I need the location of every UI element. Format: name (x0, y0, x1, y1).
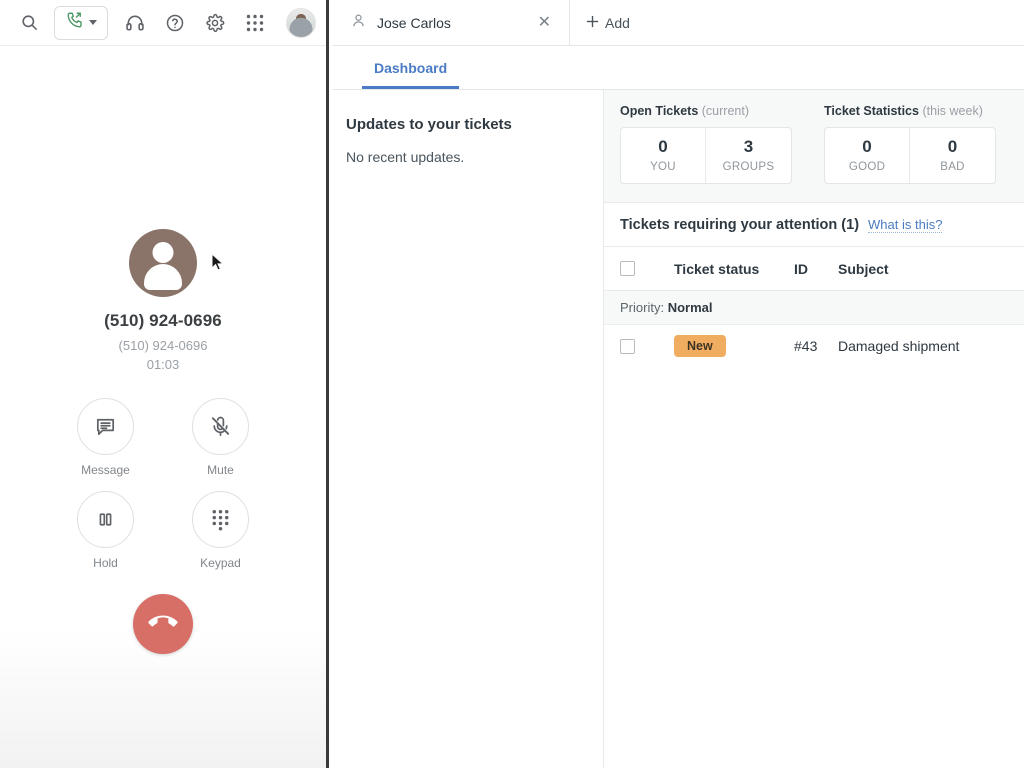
stat-subtitle: (current) (702, 104, 749, 118)
column-header-subject[interactable]: Subject (838, 261, 1008, 277)
phone-mode-dropdown[interactable] (54, 6, 108, 40)
stat-title: Ticket Statistics (824, 104, 919, 118)
dashboard-subtabs: Dashboard (332, 46, 1024, 90)
stat-cell[interactable]: 3 GROUPS (706, 128, 791, 183)
attention-title: Tickets requiring your attention (1) (620, 217, 859, 233)
attention-bar: Tickets requiring your attention (1) Wha… (604, 203, 1024, 247)
user-icon (350, 12, 367, 34)
what-is-this-link[interactable]: What is this? (868, 217, 942, 233)
stat-group-open-tickets: Open Tickets (current) 0 YOU 3 GROUPS (620, 104, 792, 184)
stats-strip: Open Tickets (current) 0 YOU 3 GROUPS (604, 90, 1024, 203)
table-row[interactable]: New #43 Damaged shipment (604, 325, 1024, 367)
stat-value: 0 (910, 137, 995, 157)
message-button[interactable]: Message (48, 398, 163, 477)
row-select-cell (620, 339, 674, 354)
mute-button[interactable]: Mute (163, 398, 278, 477)
column-header-id[interactable]: ID (794, 261, 838, 277)
call-controls: Message Mute (48, 398, 278, 570)
phone-outgoing-icon (66, 11, 84, 34)
dashboard-content: Updates to your tickets No recent update… (332, 90, 1024, 768)
app-tabbar: Jose Carlos ✕ Add (332, 0, 1024, 46)
call-sub-number: (510) 924-0696 (119, 338, 208, 353)
gear-icon[interactable] (196, 6, 234, 40)
stat-group-title: Open Tickets (current) (620, 104, 792, 118)
active-call-area: (510) 924-0696 (510) 924-0696 01:03 Mess… (0, 46, 326, 654)
priority-value: Normal (668, 300, 713, 315)
row-status-cell: New (674, 335, 794, 357)
message-icon (77, 398, 134, 455)
updates-empty-text: No recent updates. (346, 149, 581, 165)
headset-icon[interactable] (116, 6, 154, 40)
close-icon[interactable]: ✕ (534, 13, 555, 33)
stat-boxes: 0 YOU 3 GROUPS (620, 127, 792, 184)
stat-subtitle: (this week) (922, 104, 982, 118)
tickets-table: Ticket status ID Subject Priority: Norma… (604, 247, 1024, 367)
stat-group-ticket-statistics: Ticket Statistics (this week) 0 GOOD 0 B… (824, 104, 996, 184)
column-header-status[interactable]: Ticket status (674, 261, 794, 277)
contact-avatar-icon (129, 229, 197, 297)
help-circle-icon[interactable] (156, 6, 194, 40)
phone-hangup-icon (149, 608, 177, 641)
status-badge: New (674, 335, 726, 357)
stat-label: YOU (621, 161, 705, 173)
updates-column: Updates to your tickets No recent update… (332, 90, 604, 768)
stat-value: 0 (825, 137, 909, 157)
stat-value: 0 (621, 137, 705, 157)
control-label: Keypad (200, 556, 241, 570)
apps-grid-icon[interactable] (236, 6, 274, 40)
hangup-button[interactable] (133, 594, 193, 654)
tab-dashboard[interactable]: Dashboard (362, 60, 459, 89)
search-icon[interactable] (10, 6, 48, 40)
user-avatar[interactable] (286, 8, 316, 38)
stat-boxes: 0 GOOD 0 BAD (824, 127, 996, 184)
control-label: Hold (93, 556, 118, 570)
select-all-checkbox[interactable] (620, 261, 635, 276)
priority-prefix: Priority: (620, 300, 664, 315)
plus-icon (586, 15, 599, 31)
updates-title: Updates to your tickets (346, 116, 581, 133)
control-label: Mute (207, 463, 234, 477)
support-app: Jose Carlos ✕ Add Dashboard Updates to y… (332, 0, 1024, 768)
select-all-cell (620, 261, 674, 276)
tickets-column: Open Tickets (current) 0 YOU 3 GROUPS (604, 90, 1024, 768)
keypad-icon (192, 491, 249, 548)
priority-group-row: Priority: Normal (604, 291, 1024, 325)
tab-label: Jose Carlos (377, 15, 524, 31)
call-timer: 01:03 (147, 357, 180, 372)
microphone-muted-icon (192, 398, 249, 455)
stat-group-title: Ticket Statistics (this week) (824, 104, 996, 118)
stat-cell[interactable]: 0 YOU (621, 128, 706, 183)
call-number: (510) 924-0696 (104, 311, 222, 331)
stat-label: GOOD (825, 161, 909, 173)
stat-title: Open Tickets (620, 104, 698, 118)
softphone-panel: (510) 924-0696 (510) 924-0696 01:03 Mess… (0, 0, 329, 768)
screen: (510) 924-0696 (510) 924-0696 01:03 Mess… (0, 0, 1024, 768)
control-label: Message (81, 463, 130, 477)
stat-value: 3 (706, 137, 791, 157)
row-id: #43 (794, 338, 838, 354)
stat-label: GROUPS (706, 161, 791, 173)
pause-icon (77, 491, 134, 548)
stat-cell[interactable]: 0 GOOD (825, 128, 910, 183)
table-header-row: Ticket status ID Subject (604, 247, 1024, 291)
add-tab-button[interactable]: Add (570, 0, 646, 45)
chevron-down-icon (89, 20, 97, 25)
keypad-button[interactable]: Keypad (163, 491, 278, 570)
row-checkbox[interactable] (620, 339, 635, 354)
hold-button[interactable]: Hold (48, 491, 163, 570)
row-subject: Damaged shipment (838, 338, 1008, 354)
softphone-toolbar (0, 0, 326, 46)
tab-jose-carlos[interactable]: Jose Carlos ✕ (332, 0, 570, 45)
add-tab-label: Add (605, 15, 630, 31)
stat-cell[interactable]: 0 BAD (910, 128, 995, 183)
stat-label: BAD (910, 161, 995, 173)
